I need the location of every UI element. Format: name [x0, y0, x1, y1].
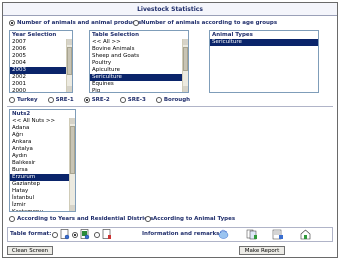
year-scrollbar[interactable] [66, 39, 72, 92]
table-option[interactable]: Apiculture [90, 67, 188, 74]
nuts2-option[interactable]: Ankara [10, 139, 75, 146]
region-label: Borough [163, 97, 191, 103]
year-option[interactable]: 2005 [10, 53, 72, 60]
grouping-animal-types-label: According to Animal Types [153, 216, 236, 222]
grouping-years-districts-label: According to Years and Residential Distr… [17, 216, 154, 222]
scroll-down-arrow-icon[interactable] [183, 86, 188, 92]
scroll-down-arrow-icon[interactable] [70, 205, 75, 211]
nuts2-option[interactable]: Hatay [10, 188, 75, 195]
nuts2-option[interactable]: Gaziantep [10, 181, 75, 188]
mode-age-groups-label: Number of animals according to age group… [141, 20, 278, 26]
nuts2-option[interactable]: Aydın [10, 153, 75, 160]
help-icon[interactable] [218, 229, 229, 240]
region-label: SRE-3 [127, 97, 146, 103]
nuts2-option[interactable]: Antalya [10, 146, 75, 153]
table-option[interactable]: Bovine Animals [90, 46, 188, 53]
nuts2-option[interactable]: Erzurum [10, 174, 75, 181]
radio-icon[interactable] [155, 97, 162, 103]
radio-icon[interactable] [145, 216, 151, 222]
table-option[interactable]: Sericulture [90, 74, 188, 81]
window-title: Livestock Statistics [3, 3, 337, 16]
divider [7, 106, 333, 107]
scroll-thumb[interactable] [67, 47, 72, 75]
mode-radio-age-groups[interactable]: Number of animals according to age group… [133, 20, 277, 26]
year-option[interactable]: 2001 [10, 81, 72, 88]
format-radio-2[interactable] [72, 232, 78, 238]
table-format-1-icon[interactable] [60, 229, 70, 240]
table-selection-header: Table Selection [92, 32, 139, 38]
table-scrollbar[interactable] [182, 39, 188, 92]
scroll-thumb[interactable] [70, 126, 75, 174]
year-option[interactable]: 2004 [10, 60, 72, 67]
year-option[interactable]: 2000 [10, 88, 72, 92]
grouping-radio-years-districts[interactable]: According to Years and Residential Distr… [9, 216, 153, 222]
mode-products-label: Number of animals and animal products [17, 20, 142, 26]
nuts2-option[interactable]: Balıkesir [10, 160, 75, 167]
region-radio-turkey[interactable]: Turkey [9, 97, 38, 103]
year-option[interactable]: 2003 [10, 67, 72, 74]
region-label: SRE-1 [55, 97, 74, 103]
table-option[interactable]: Equines [90, 81, 188, 88]
region-radio-sre-1[interactable]: SRE-1 [47, 97, 74, 103]
radio-icon[interactable] [9, 216, 15, 222]
year-selection-list[interactable]: Year Selection 2007 2006 2005 2004 2003 2002 2… [9, 30, 73, 93]
table-selection-list[interactable]: Table Selection << All >> Bovine Animals S… [89, 30, 189, 93]
scroll-thumb[interactable] [183, 47, 188, 71]
mode-radio-products[interactable]: Number of animals and animal products [9, 20, 141, 26]
radio-icon[interactable] [9, 97, 15, 103]
year-option[interactable]: 2002 [10, 74, 72, 81]
format-panel: Table format: Information and remarks: [7, 227, 333, 242]
radio-icon[interactable] [133, 20, 139, 26]
region-radio-sre-3[interactable]: SRE-3 [119, 97, 146, 103]
format-radio-3[interactable] [94, 232, 100, 238]
scroll-up-arrow-icon[interactable] [67, 39, 72, 45]
region-label: SRE-2 [91, 97, 110, 103]
year-option[interactable]: 2007 [10, 39, 72, 46]
table-option[interactable]: Sheep and Goats [90, 53, 188, 60]
region-radio-borough[interactable]: Borough [155, 97, 191, 103]
table-format-3-icon[interactable] [102, 229, 112, 240]
make-report-button[interactable]: Make Report [239, 246, 285, 255]
nuts2-option[interactable]: << All Nuts >> [10, 118, 75, 125]
table-option[interactable]: << All >> [90, 39, 188, 46]
animal-types-header: Animal Types [212, 32, 253, 38]
nuts2-option[interactable]: Kastamonu [10, 209, 75, 211]
nuts2-option[interactable]: İzmir [10, 202, 75, 209]
region-level-radios: Turkey SRE-1 SRE-2 SRE-3 Borough [9, 97, 200, 103]
clean-screen-button[interactable]: Clean Screen [7, 246, 53, 255]
documents-icon[interactable] [246, 229, 258, 240]
radio-icon[interactable] [119, 97, 126, 103]
region-radio-sre-2[interactable]: SRE-2 [83, 97, 110, 103]
scroll-up-arrow-icon[interactable] [183, 39, 188, 45]
animal-type-option[interactable]: Sericulture [210, 39, 318, 46]
table-format-label: Table format: [10, 231, 52, 237]
home-icon[interactable] [300, 229, 311, 240]
radio-icon[interactable] [47, 97, 54, 103]
scroll-up-arrow-icon[interactable] [70, 118, 75, 124]
table-format-2-icon[interactable] [80, 229, 90, 240]
notes-icon[interactable] [272, 229, 284, 240]
nuts2-option[interactable]: Ağrı [10, 132, 75, 139]
radio-icon[interactable] [83, 97, 90, 103]
format-radio-1[interactable] [52, 232, 58, 238]
nuts2-list[interactable]: Nuts2 << All Nuts >> Adana Ağrı Ankara Antal… [9, 109, 76, 212]
grouping-radio-animal-types[interactable]: According to Animal Types [145, 216, 235, 222]
table-option[interactable]: Pig [90, 88, 188, 92]
nuts2-option[interactable]: Bursa [10, 167, 75, 174]
region-label: Turkey [17, 97, 38, 103]
animal-types-list[interactable]: Animal Types Sericulture [209, 30, 319, 93]
radio-icon[interactable] [9, 20, 15, 26]
livestock-statistics-window: Livestock Statistics Number of animals a… [2, 2, 338, 258]
year-selection-header: Year Selection [12, 32, 57, 38]
scroll-down-arrow-icon[interactable] [67, 86, 72, 92]
year-option[interactable]: 2006 [10, 46, 72, 53]
info-remarks-label: Information and remarks: [142, 231, 222, 237]
nuts2-scrollbar[interactable] [69, 118, 75, 211]
nuts2-option[interactable]: İstanbul [10, 195, 75, 202]
nuts2-option[interactable]: Adana [10, 125, 75, 132]
table-option[interactable]: Poultry [90, 60, 188, 67]
nuts2-header: Nuts2 [12, 111, 31, 117]
